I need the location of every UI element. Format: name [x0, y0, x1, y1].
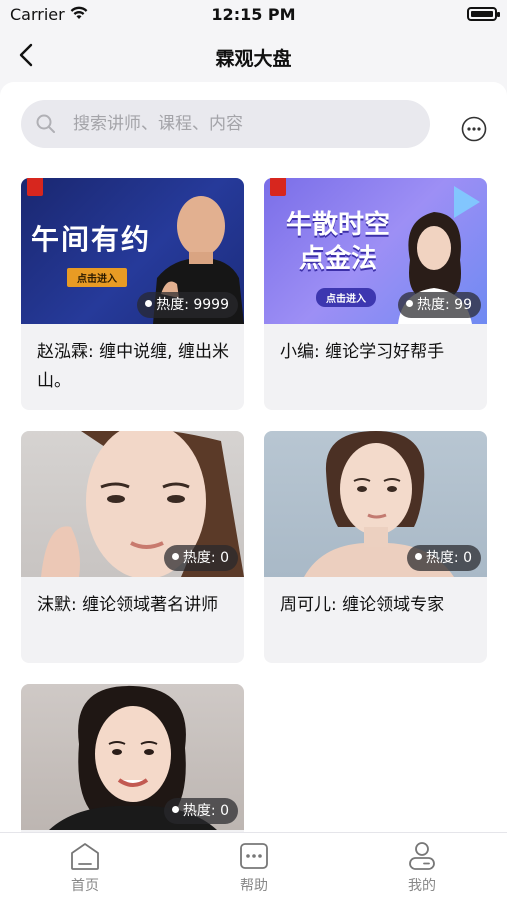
course-caption: 沫默: 缠论领域著名讲师	[37, 595, 219, 615]
course-card[interactable]: 热度: 0 周可儿: 缠论领域专家	[264, 431, 487, 663]
search-input[interactable]	[73, 100, 413, 148]
course-banner: 牛散时空点金法 点击进入 热度: 99	[264, 178, 487, 324]
tab-home[interactable]: 首页	[45, 841, 125, 895]
battery-icon	[467, 7, 500, 21]
banner-enter-button: 点击进入	[316, 288, 376, 307]
tab-bar: 首页 帮助 我的	[0, 832, 507, 900]
course-caption: 赵泓霖: 缠中说缠, 缠出米山。	[37, 342, 229, 391]
course-banner: 午间有约 点击进入 热度: 9999	[21, 178, 244, 324]
banner-title: 牛散时空点金法	[285, 210, 390, 274]
status-bar: Carrier 12:15 PM	[0, 0, 507, 30]
heat-badge: 热度: 99	[398, 292, 481, 318]
search-icon	[36, 114, 55, 133]
course-card[interactable]: 热度: 0	[21, 684, 244, 832]
main-content: 午间有约 点击进入 热度: 9999 赵泓霖: 缠中说缠, 缠出米山。 牛散时空…	[0, 82, 507, 832]
heat-badge: 热度: 0	[163, 798, 238, 824]
tab-mine[interactable]: 我的	[382, 841, 462, 895]
course-card[interactable]: 牛散时空点金法 点击进入 热度: 99 小编: 缠论学习好帮手	[264, 178, 487, 410]
heat-badge: 热度: 9999	[137, 292, 238, 318]
profile-icon	[409, 842, 435, 870]
course-card[interactable]: 热度: 0 沫默: 缠论领域著名讲师	[21, 431, 244, 663]
course-card[interactable]: 午间有约 点击进入 热度: 9999 赵泓霖: 缠中说缠, 缠出米山。	[21, 178, 244, 410]
search-bar[interactable]	[21, 100, 430, 148]
clock: 12:15 PM	[211, 5, 296, 24]
heat-badge: 热度: 0	[163, 545, 238, 571]
course-caption: 周可儿: 缠论领域专家	[280, 595, 445, 615]
nav-bar: 霖观大盘	[0, 30, 507, 82]
tab-label: 首页	[71, 878, 99, 894]
message-button[interactable]	[461, 116, 487, 142]
tab-help[interactable]: 帮助	[214, 841, 294, 895]
lecturer-photo: 热度: 0	[21, 431, 244, 577]
tab-label: 帮助	[240, 878, 268, 894]
brand-ribbon	[270, 178, 286, 196]
home-icon	[71, 843, 99, 870]
tab-label: 我的	[408, 878, 436, 894]
page-title: 霖观大盘	[215, 48, 292, 70]
heat-badge: 热度: 0	[406, 545, 481, 571]
banner-title: 午间有约	[31, 223, 152, 256]
banner-enter-button: 点击进入	[67, 268, 127, 287]
lecturer-photo: 热度: 0	[21, 684, 244, 830]
course-caption: 小编: 缠论学习好帮手	[280, 342, 445, 362]
brand-ribbon	[27, 178, 43, 196]
lecturer-photo: 热度: 0	[264, 431, 487, 577]
chat-icon	[240, 843, 268, 869]
